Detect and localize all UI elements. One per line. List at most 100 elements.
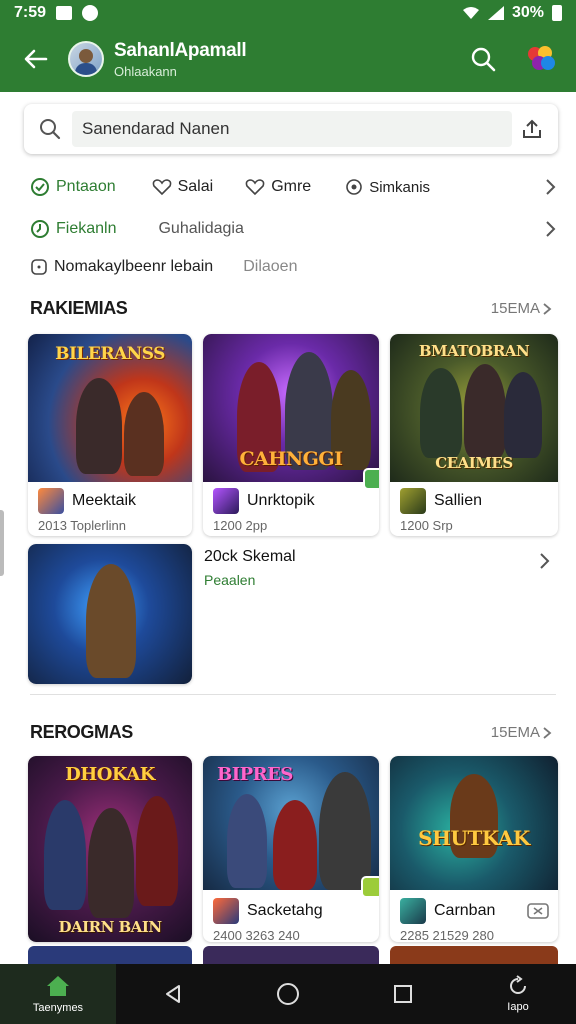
battery-icon	[552, 5, 562, 21]
section-header-1: RAKIEMIAS 15EMA	[30, 298, 552, 319]
chevron-right-icon	[543, 302, 552, 315]
character-figure	[420, 368, 462, 458]
art-title: BMATOBRAN	[418, 342, 530, 360]
arrow-back-icon	[24, 49, 48, 69]
section-more-label: 15EMA	[490, 300, 540, 317]
home-icon	[47, 976, 69, 996]
chevron-right-icon[interactable]	[544, 178, 556, 196]
art-title: DHOKAK	[65, 764, 155, 785]
filter-row-3: Nomakaylbeenr lebain Dilaoen	[30, 252, 556, 282]
battery-percent: 30%	[511, 4, 544, 21]
game-subtitle: 2013 Toplerlinn	[38, 518, 126, 533]
character-figure	[464, 364, 506, 458]
game-art: DHOKAK DAIRN BAIN	[28, 756, 192, 942]
back-button[interactable]	[20, 43, 52, 75]
share-icon[interactable]	[520, 117, 544, 141]
art-title: CAHNGGI	[239, 448, 343, 470]
feature-name: 20ck Skemal	[204, 548, 296, 565]
game-subtitle: 2400 3263 240	[213, 928, 300, 942]
game-subtitle: 1200 Srp	[400, 518, 453, 533]
triangle-back-icon	[166, 985, 181, 1003]
nav-recents-button[interactable]	[345, 964, 460, 1024]
nav-label: Taenymes	[32, 1002, 84, 1014]
art-bottom-text: DAIRN BAIN	[58, 918, 162, 936]
avatar[interactable]	[68, 41, 104, 77]
filter-chip-rankings[interactable]: Simkanis	[345, 178, 430, 196]
app-title: SahanlApamall	[114, 39, 247, 61]
game-card[interactable]: CAHNGGI Unrktopik 1200 2pp	[203, 334, 379, 536]
filter-chip-sale[interactable]: Salai	[152, 178, 214, 196]
close-tag-icon[interactable]	[526, 901, 550, 921]
filter-chip-genre[interactable]: Gmre	[245, 178, 311, 196]
chevron-right-icon[interactable]	[544, 220, 556, 238]
clock-icon	[31, 220, 49, 238]
filter-chip-new[interactable]: Nomakaylbeenr lebain	[30, 258, 213, 276]
feature-info[interactable]: 20ck Skemal Peaalen	[204, 548, 296, 588]
section-title: REROGMAS	[30, 722, 133, 742]
heart-icon	[245, 179, 265, 196]
heart-icon	[152, 179, 171, 196]
filter-chip-featured[interactable]: Fiekanln	[30, 219, 116, 239]
section-title: RAKIEMIAS	[30, 298, 128, 318]
art-title: BILERANSS	[55, 344, 165, 364]
search-input[interactable]	[82, 119, 512, 139]
circle-home-icon	[277, 983, 299, 1005]
feature-card[interactable]	[28, 544, 192, 684]
chevron-right-icon[interactable]	[538, 552, 550, 570]
settings-circle-icon	[346, 179, 362, 195]
character-figure	[227, 794, 267, 888]
game-card[interactable]: BMATOBRAN CEAIMES Sallien 1200 Srp	[390, 334, 558, 536]
game-name: Carnban	[434, 902, 496, 919]
filter-label: Fiekanln	[56, 220, 117, 237]
next-card-peek	[390, 946, 558, 964]
game-art: BMATOBRAN CEAIMES	[390, 334, 558, 482]
app-subtitle: Ohlaakann	[114, 63, 177, 79]
install-badge-icon	[361, 876, 379, 898]
game-card[interactable]: SHUTKAK Carnban 2285 21529 280	[390, 756, 558, 942]
game-thumbnail	[400, 898, 426, 924]
nav-back-button[interactable]	[116, 964, 231, 1024]
character-figure	[136, 796, 178, 906]
filter-label: Salai	[177, 178, 214, 195]
game-card[interactable]: BILERANSS Meektaik 2013 Toplerlinn	[28, 334, 192, 536]
game-art: SHUTKAK	[390, 756, 558, 890]
game-subtitle: 2285 21529 280	[400, 928, 494, 942]
filter-chip-primary[interactable]: Pntaaon	[30, 177, 116, 197]
character-figure	[319, 772, 371, 890]
game-art: CAHNGGI	[203, 334, 379, 482]
next-card-peek	[203, 946, 379, 964]
square-icon	[31, 259, 47, 275]
nav-label: Iapo	[507, 1001, 529, 1013]
search-bar[interactable]	[24, 104, 558, 154]
game-subtitle: 1200 2pp	[213, 518, 268, 533]
game-name: Sacketahg	[247, 902, 323, 919]
nav-apps-tab[interactable]: Iapo	[460, 964, 576, 1024]
game-name: Unrktopik	[247, 492, 315, 509]
character-figure	[504, 372, 542, 458]
game-card[interactable]: DHOKAK DAIRN BAIN	[28, 756, 192, 942]
apps-menu-icon[interactable]	[526, 45, 556, 73]
search-icon	[40, 119, 61, 140]
filter-label: Simkanis	[369, 178, 431, 196]
filter-label: Pntaaon	[56, 178, 116, 195]
section-more-link[interactable]: 15EMA	[491, 300, 552, 317]
section-divider	[30, 694, 556, 695]
character-figure	[76, 378, 122, 474]
section-more-link[interactable]: 15EMA	[491, 724, 552, 741]
signal-icon	[487, 6, 504, 20]
game-thumbnail	[38, 488, 64, 514]
refresh-icon	[510, 975, 527, 994]
filter-label: Nomakaylbeenr lebain	[54, 258, 214, 275]
filter-chip-category[interactable]: Guhalidagia	[158, 220, 243, 238]
next-card-peek	[28, 946, 192, 964]
status-bar: 7:59 30%	[0, 0, 576, 26]
character-figure	[124, 392, 164, 476]
game-card[interactable]: BIPRES Sacketahg 2400 3263 240	[203, 756, 379, 942]
nav-home-button[interactable]	[231, 964, 346, 1024]
art-title: SHUTKAK	[418, 826, 530, 850]
filter-row-2: Fiekanln Guhalidagia	[30, 214, 556, 244]
section-header-2: REROGMAS 15EMA	[30, 722, 552, 743]
search-icon[interactable]	[470, 46, 496, 72]
nav-games-tab[interactable]: Taenymes	[0, 964, 116, 1024]
filter-chip-discover[interactable]: Dilaoen	[243, 258, 297, 276]
